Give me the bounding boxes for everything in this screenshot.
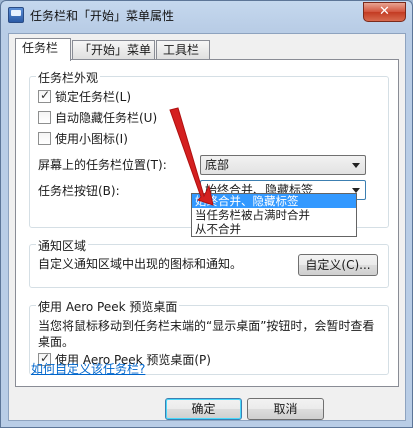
location-value: 底部 xyxy=(205,158,230,172)
taskbar-buttons-dropdown-list: 始终合并、隐藏标签 当任务栏被占满时合并 从不合并 xyxy=(191,193,357,237)
auto-hide-label: 自动隐藏任务栏(U) xyxy=(55,111,158,125)
ok-button[interactable]: 确定 xyxy=(165,398,242,420)
option-never-combine[interactable]: 从不合并 xyxy=(192,222,356,236)
checkbox-empty-icon xyxy=(38,111,51,124)
small-icons-label: 使用小图标(I) xyxy=(55,132,128,146)
checkbox-empty-icon xyxy=(38,132,51,145)
auto-hide-checkbox[interactable]: 自动隐藏任务栏(U) xyxy=(38,111,157,127)
appearance-group-title: 任务栏外观 xyxy=(36,69,101,86)
buttons-label: 任务栏按钮(B): xyxy=(38,184,120,198)
option-always-combine[interactable]: 始终合并、隐藏标签 xyxy=(192,194,356,208)
help-link[interactable]: 如何自定义该任务栏? xyxy=(31,360,145,377)
lock-taskbar-label: 锁定任务栏(L) xyxy=(55,90,132,104)
cancel-button[interactable]: 取消 xyxy=(247,398,324,420)
window-title: 任务栏和「开始」菜单属性 xyxy=(30,9,175,23)
aero-peek-group-title: 使用 Aero Peek 预览桌面 xyxy=(36,298,180,315)
notification-group-title: 通知区域 xyxy=(36,237,89,254)
title-bar[interactable]: 任务栏和「开始」菜单属性 ✕ xyxy=(1,1,412,29)
small-icons-checkbox[interactable]: 使用小图标(I) xyxy=(38,132,128,148)
taskbar-app-icon xyxy=(8,7,24,23)
location-label: 屏幕上的任务栏位置(T): xyxy=(38,158,167,172)
tab-start-menu[interactable]: 「开始」菜单 xyxy=(72,40,155,60)
lock-taskbar-checkbox[interactable]: 锁定任务栏(L) xyxy=(38,88,132,106)
notification-description: 自定义通知区域中出现的图标和通知。 xyxy=(38,257,243,271)
tab-taskbar[interactable]: 任务栏 xyxy=(15,38,71,61)
chevron-down-icon xyxy=(352,163,360,168)
checkbox-checked-icon xyxy=(38,88,51,103)
close-button[interactable]: ✕ xyxy=(363,2,406,22)
tab-toolbars[interactable]: 工具栏 xyxy=(156,40,210,60)
location-dropdown[interactable]: 底部 xyxy=(200,155,366,175)
option-combine-when-full[interactable]: 当任务栏被占满时合并 xyxy=(192,208,356,222)
customize-button[interactable]: 自定义(C)... xyxy=(298,254,378,276)
aero-peek-description: 当您将鼠标移动到任务栏末端的“显示桌面”按钮时，会暂时查看桌面。 xyxy=(38,319,375,349)
